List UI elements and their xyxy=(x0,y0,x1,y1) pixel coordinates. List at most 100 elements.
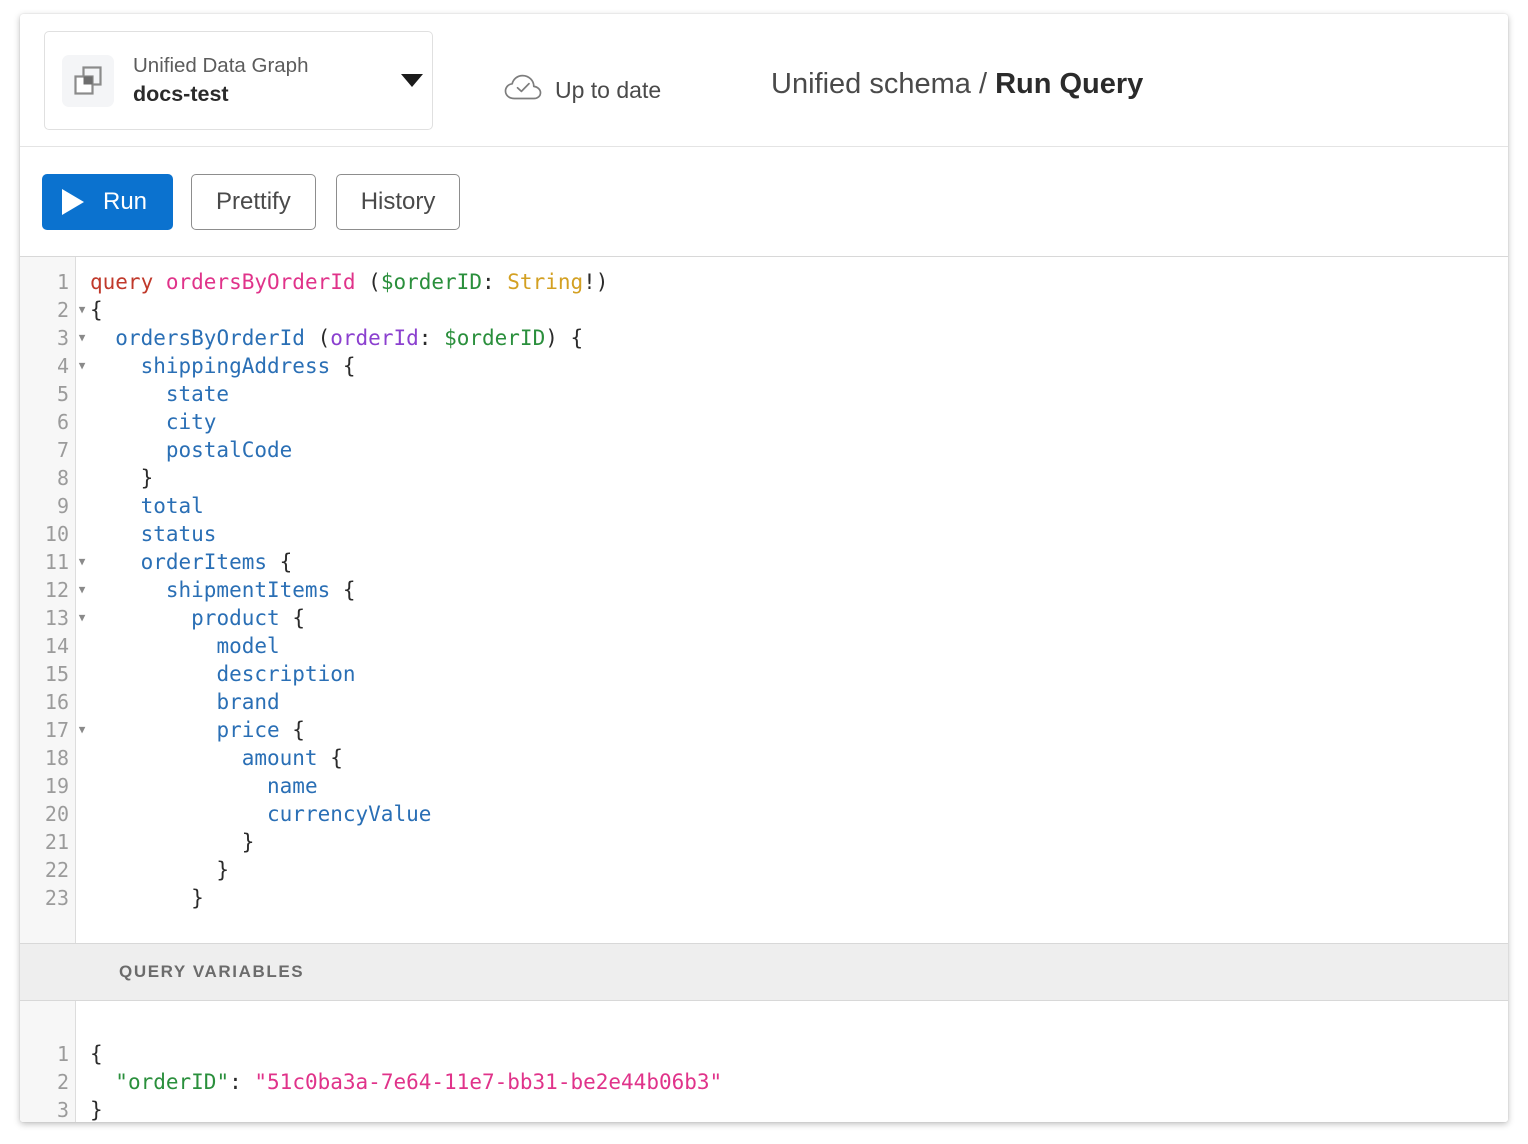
code-token: ( xyxy=(356,270,381,294)
code-token: city xyxy=(166,410,217,434)
code-token: $orderID xyxy=(444,326,545,350)
fold-toggle-icon[interactable]: ▼ xyxy=(75,716,89,744)
fold-toggle-icon[interactable]: ▼ xyxy=(75,352,89,380)
code-line: "orderID": "51c0ba3a-7e64-11e7-bb31-be2e… xyxy=(90,1068,1508,1096)
code-token xyxy=(90,662,216,686)
line-number: 1 xyxy=(20,268,75,296)
code-line: postalCode xyxy=(90,436,1508,464)
code-token: } xyxy=(90,1098,103,1122)
query-variables-title: QUERY VARIABLES xyxy=(119,962,304,982)
code-line: ordersByOrderId (orderId: $orderID) { xyxy=(90,324,1508,352)
history-button[interactable]: History xyxy=(336,174,461,230)
graph-selector[interactable]: Unified Data Graph docs-test xyxy=(44,31,433,130)
code-line: } xyxy=(90,828,1508,856)
graph-name-label: docs-test xyxy=(133,80,392,110)
query-editor[interactable]: 12▼3▼4▼567891011▼12▼13▼14151617▼18192021… xyxy=(20,257,1508,943)
code-token xyxy=(153,270,166,294)
code-token: } xyxy=(90,830,254,854)
fold-toggle-icon[interactable]: ▼ xyxy=(75,296,89,324)
code-token xyxy=(90,746,242,770)
code-token: { xyxy=(280,606,305,630)
fold-toggle-icon[interactable]: ▼ xyxy=(75,576,89,604)
line-number: 15 xyxy=(20,660,75,688)
code-token: !) xyxy=(583,270,608,294)
code-token xyxy=(90,634,216,658)
code-token: shippingAddress xyxy=(141,354,331,378)
history-button-label: History xyxy=(361,188,436,216)
run-button-label: Run xyxy=(103,188,147,216)
prettify-button-label: Prettify xyxy=(216,188,291,216)
breadcrumb-parent[interactable]: Unified schema xyxy=(771,68,971,100)
code-line: amount { xyxy=(90,744,1508,772)
code-token: ( xyxy=(305,326,330,350)
variables-editor-code[interactable]: { "orderID": "51c0ba3a-7e64-11e7-bb31-be… xyxy=(76,1001,1508,1122)
code-token: description xyxy=(216,662,355,686)
code-token: } xyxy=(90,886,204,910)
code-token: ordersByOrderId xyxy=(115,326,305,350)
code-line: state xyxy=(90,380,1508,408)
fold-toggle-icon[interactable]: ▼ xyxy=(75,324,89,352)
code-line: shipmentItems { xyxy=(90,576,1508,604)
code-token: : xyxy=(482,270,507,294)
code-token: model xyxy=(216,634,279,658)
code-token: { xyxy=(330,578,355,602)
code-token: brand xyxy=(216,690,279,714)
line-number: 13▼ xyxy=(20,604,75,632)
chevron-down-icon[interactable] xyxy=(392,74,432,87)
code-line: shippingAddress { xyxy=(90,352,1508,380)
line-number: 5 xyxy=(20,380,75,408)
code-line: } xyxy=(90,1096,1508,1122)
code-token xyxy=(90,354,141,378)
fold-toggle-icon[interactable]: ▼ xyxy=(75,604,89,632)
code-token: ordersByOrderId xyxy=(166,270,356,294)
code-token: $orderID xyxy=(381,270,482,294)
code-line: price { xyxy=(90,716,1508,744)
line-number: 21 xyxy=(20,828,75,856)
status-badge: Up to date xyxy=(504,72,661,108)
line-number: 6 xyxy=(20,408,75,436)
line-number: 14 xyxy=(20,632,75,660)
code-token: } xyxy=(90,466,153,490)
breadcrumb-separator: / xyxy=(979,68,987,100)
graph-squares-icon xyxy=(62,55,114,107)
code-line: } xyxy=(90,464,1508,492)
app-header: Unified Data Graph docs-test Up to date … xyxy=(20,14,1508,147)
query-variables-bar[interactable]: QUERY VARIABLES xyxy=(20,943,1508,1001)
code-token xyxy=(90,774,267,798)
query-toolbar: Run Prettify History xyxy=(20,147,1508,257)
code-token xyxy=(90,410,166,434)
line-number: 11▼ xyxy=(20,548,75,576)
code-token: "orderID" xyxy=(115,1070,229,1094)
code-token: shipmentItems xyxy=(166,578,330,602)
code-line: total xyxy=(90,492,1508,520)
line-number: 1 xyxy=(20,1040,75,1068)
code-token: name xyxy=(267,774,318,798)
variables-editor[interactable]: 123 { "orderID": "51c0ba3a-7e64-11e7-bb3… xyxy=(20,1001,1508,1122)
code-token: ) { xyxy=(545,326,583,350)
code-line: } xyxy=(90,884,1508,912)
query-editor-gutter[interactable]: 12▼3▼4▼567891011▼12▼13▼14151617▼18192021… xyxy=(20,257,76,943)
code-token xyxy=(90,438,166,462)
line-number: 10 xyxy=(20,520,75,548)
line-number: 16 xyxy=(20,688,75,716)
code-token xyxy=(90,606,191,630)
code-token: status xyxy=(141,522,217,546)
code-token xyxy=(90,578,166,602)
code-token xyxy=(90,718,216,742)
variables-editor-gutter[interactable]: 123 xyxy=(20,1001,76,1122)
code-line: status xyxy=(90,520,1508,548)
prettify-button[interactable]: Prettify xyxy=(191,174,316,230)
line-number: 7 xyxy=(20,436,75,464)
line-number: 22 xyxy=(20,856,75,884)
code-token: orderId xyxy=(330,326,419,350)
code-token: { xyxy=(90,298,103,322)
code-line: brand xyxy=(90,688,1508,716)
code-token: } xyxy=(90,858,229,882)
code-token: postalCode xyxy=(166,438,292,462)
code-line: description xyxy=(90,660,1508,688)
code-token: orderItems xyxy=(141,550,267,574)
query-editor-code[interactable]: query ordersByOrderId ($orderID: String!… xyxy=(76,257,1508,943)
line-number: 18 xyxy=(20,744,75,772)
fold-toggle-icon[interactable]: ▼ xyxy=(75,548,89,576)
run-button[interactable]: Run xyxy=(42,174,173,230)
